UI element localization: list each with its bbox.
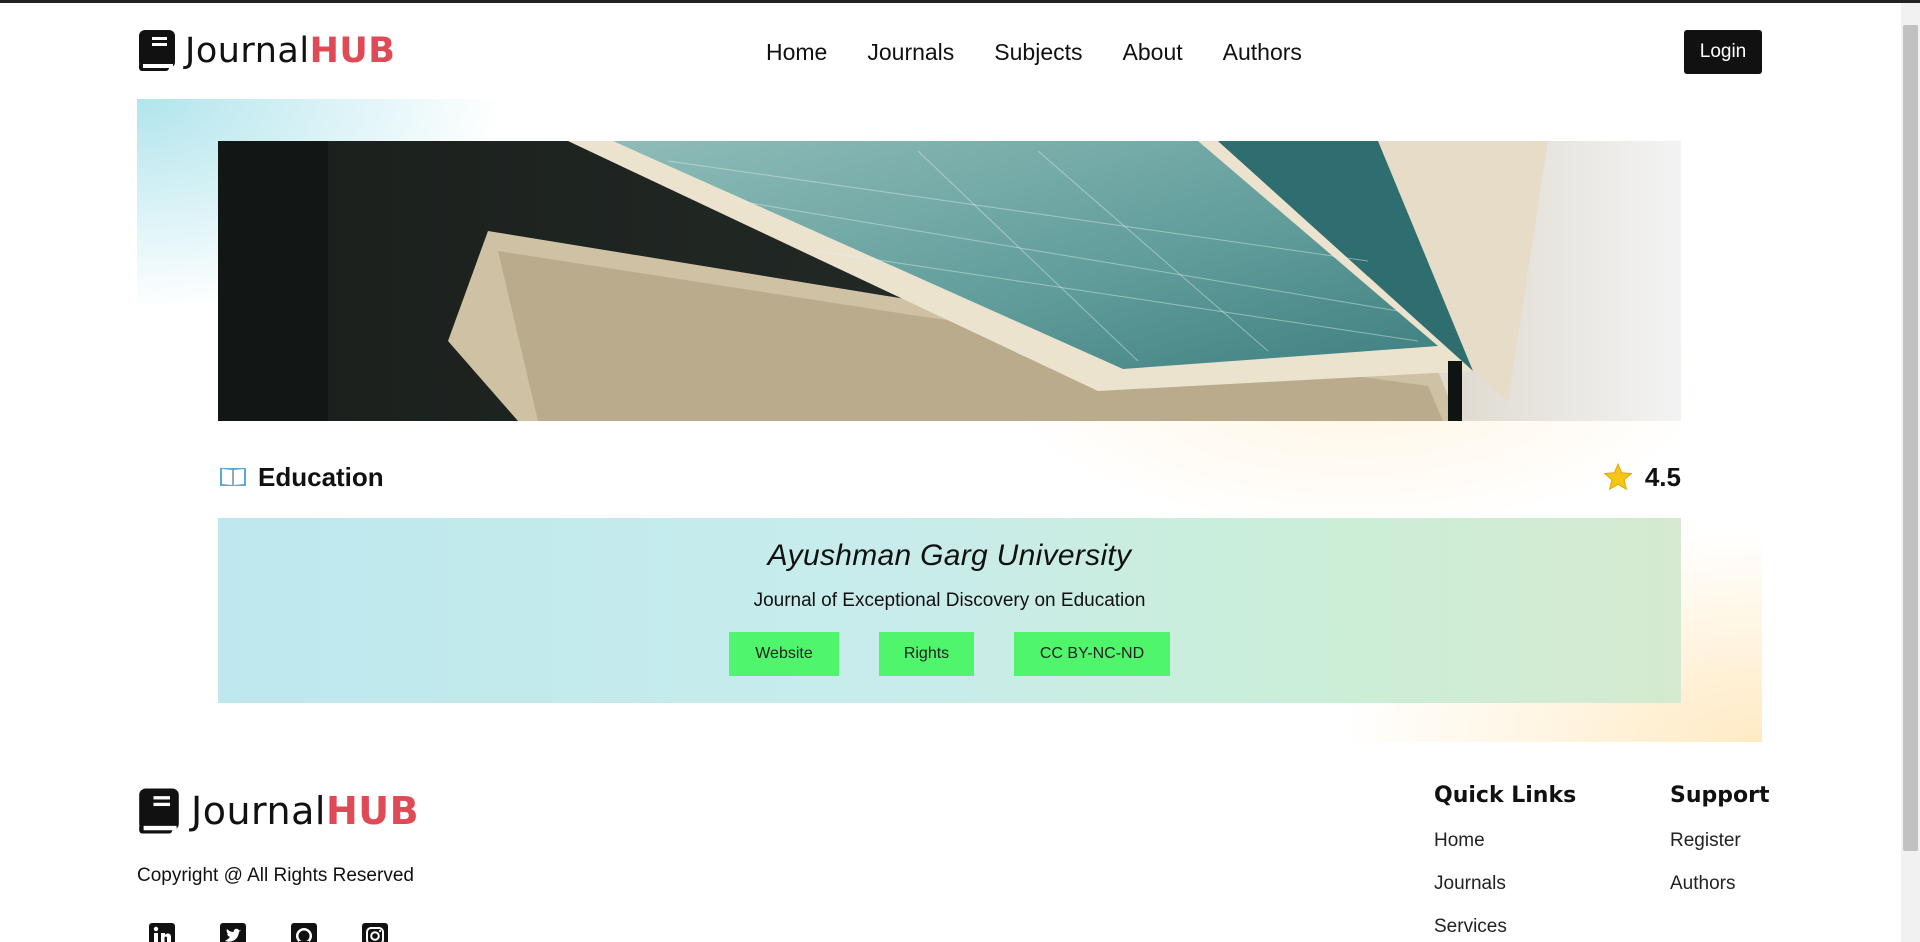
copyright-text: Copyright @ All Rights Reserved [137,865,414,886]
journal-info-box: Ayushman Garg University Journal of Exce… [218,518,1681,703]
footer-link-authors[interactable]: Authors [1670,873,1769,895]
brand-logo[interactable]: JournalHUB [137,28,395,73]
journal-tags: Website Rights CC BY-NC-ND [218,632,1681,676]
social-links [147,921,390,942]
subject-title: Education [258,461,384,492]
footer-brand-journal: Journal [191,789,326,833]
journal-title-row: Education 4.5 [218,457,1681,497]
linkedin-icon[interactable] [147,921,177,942]
nav-journals[interactable]: Journals [867,39,954,66]
footer-link-services[interactable]: Services [1434,916,1576,938]
license-button[interactable]: CC BY-NC-ND [1014,632,1170,676]
footer-brand-logo[interactable]: JournalHUB [137,786,419,836]
main-nav: Home Journals Subjects About Authors [766,39,1302,66]
rating: 4.5 [1603,462,1681,493]
login-button[interactable]: Login [1684,30,1762,74]
nav-authors[interactable]: Authors [1223,39,1302,66]
footer-link-home[interactable]: Home [1434,830,1576,852]
nav-about[interactable]: About [1123,39,1183,66]
subject-heading: Education [218,462,384,493]
brand-name: JournalHUB [185,31,395,71]
site-header: JournalHUB Home Journals Subjects About … [0,3,1900,101]
footer-brand-hub: HUB [325,789,420,833]
rights-button[interactable]: Rights [879,632,974,676]
journal-title: Journal of Exceptional Discovery on Educ… [753,590,1146,611]
support-column: Support Register Authors [1670,783,1769,916]
university-name: Ayushman Garg University [767,539,1132,572]
footer-link-journals[interactable]: Journals [1434,873,1576,895]
brand-name-hub: HUB [309,30,396,71]
brand-name-journal: Journal [185,30,310,71]
book-icon [139,30,175,71]
footer-brand-name: JournalHUB [191,789,419,833]
quick-links-heading: Quick Links [1434,783,1577,808]
journal-banner-image [218,141,1681,421]
instagram-icon[interactable] [360,921,390,942]
rating-value: 4.5 [1644,461,1681,492]
quick-links-column: Quick Links Home Journals Services [1434,783,1576,942]
open-book-icon [220,468,246,486]
page-scrollbar[interactable] [1901,3,1920,942]
scrollbar-thumb[interactable] [1903,25,1918,851]
twitter-icon[interactable] [218,921,248,942]
footer-link-register[interactable]: Register [1670,830,1769,852]
website-button[interactable]: Website [729,632,839,676]
nav-home[interactable]: Home [766,39,827,66]
star-icon [1603,463,1633,491]
support-heading: Support [1670,783,1770,808]
journal-section: Education 4.5 Ayushman Garg University J… [137,99,1762,742]
nav-subjects[interactable]: Subjects [994,39,1082,66]
book-icon [139,788,179,834]
github-icon[interactable] [289,921,319,942]
